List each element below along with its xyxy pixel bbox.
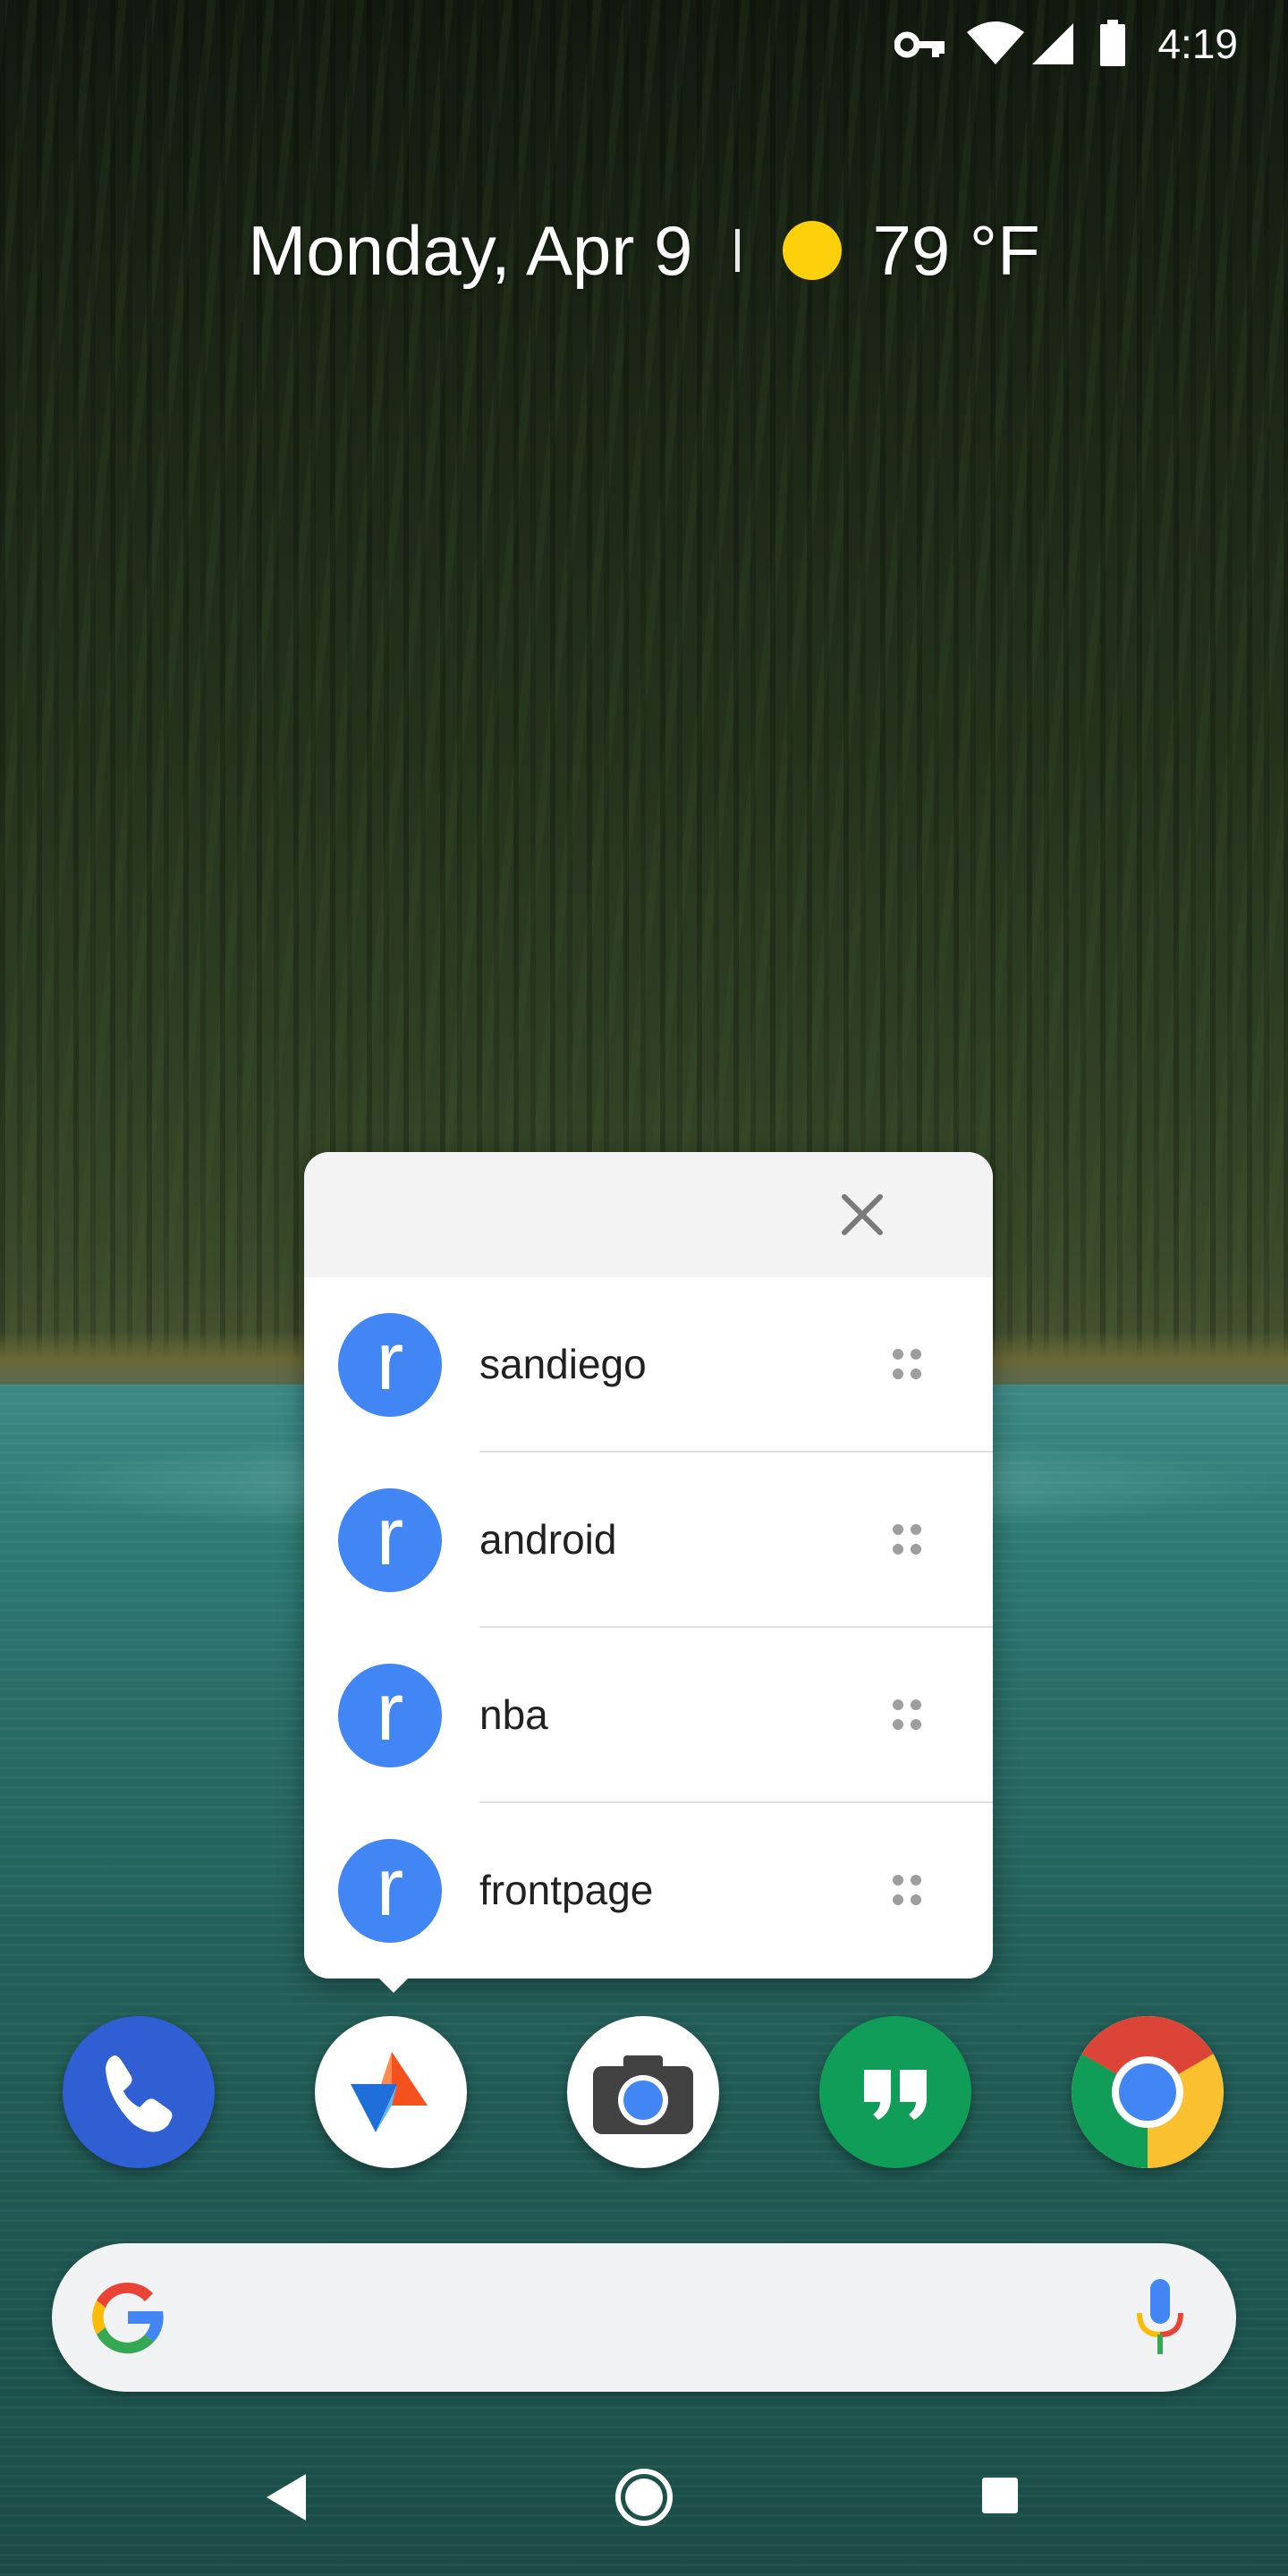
relay-app-icon[interactable] — [315, 2016, 467, 2168]
shortcut-item-nba[interactable]: r nba — [304, 1628, 993, 1803]
shortcut-label: android — [479, 1516, 617, 1563]
vpn-key-icon — [894, 31, 945, 58]
sun-icon — [783, 221, 843, 280]
quote-icon — [864, 2070, 927, 2120]
glance-temperature[interactable]: 79 °F — [872, 210, 1039, 292]
app-shortcuts-popup: r sandiego r android r nba r frontpage — [304, 1152, 993, 1979]
status-time: 4:19 — [1157, 21, 1238, 67]
shortcut-avatar: r — [338, 1488, 442, 1592]
shortcut-avatar: r — [338, 1839, 442, 1943]
shortcut-label: sandiego — [479, 1341, 647, 1387]
popup-header — [304, 1152, 993, 1277]
shortcut-item-android[interactable]: r android — [304, 1453, 993, 1628]
recents-button[interactable] — [980, 2476, 1020, 2515]
chrome-app-icon[interactable] — [1072, 2016, 1224, 2168]
battery-icon — [1100, 20, 1125, 66]
drag-handle-icon[interactable] — [887, 1521, 927, 1560]
glance-date[interactable]: Monday, Apr 9 — [248, 210, 692, 292]
drag-handle-icon[interactable] — [887, 1345, 927, 1385]
home-screen: 4:19 Monday, Apr 9 79 °F r sandiego r an… — [0, 0, 1288, 2576]
mic-icon[interactable] — [1129, 2277, 1191, 2358]
at-a-glance-widget[interactable]: Monday, Apr 9 79 °F — [0, 206, 1288, 295]
phone-handset-icon — [106, 2055, 173, 2132]
shortcut-item-sandiego[interactable]: r sandiego — [304, 1277, 993, 1453]
glance-divider — [735, 229, 741, 272]
drag-handle-icon[interactable] — [887, 1871, 927, 1911]
shortcut-label: nba — [479, 1691, 548, 1738]
shortcut-avatar: r — [338, 1664, 442, 1767]
hangouts-app-icon[interactable] — [819, 2016, 971, 2168]
drag-handle-icon[interactable] — [887, 1696, 927, 1735]
home-button[interactable] — [614, 2467, 674, 2528]
back-button[interactable] — [263, 2470, 309, 2524]
popup-pointer — [374, 1973, 413, 1993]
close-button[interactable] — [826, 1179, 898, 1250]
google-g-icon — [92, 2282, 164, 2354]
camera-icon — [593, 2055, 693, 2134]
status-bar: 4:19 — [0, 0, 1288, 89]
phone-app-icon[interactable] — [63, 2016, 215, 2168]
camera-app-icon[interactable] — [567, 2016, 719, 2168]
chrome-logo-icon — [1072, 2016, 1224, 2168]
cell-signal-icon — [1032, 23, 1073, 64]
wifi-icon — [967, 21, 1024, 64]
close-icon — [842, 1194, 883, 1235]
shortcut-avatar: r — [338, 1313, 442, 1417]
relay-logo-icon — [351, 2052, 428, 2132]
google-search-bar[interactable] — [52, 2243, 1236, 2392]
shortcut-label: frontpage — [479, 1867, 654, 1913]
shortcut-item-frontpage[interactable]: r frontpage — [304, 1803, 993, 1979]
navigation-bar — [0, 2433, 1288, 2576]
